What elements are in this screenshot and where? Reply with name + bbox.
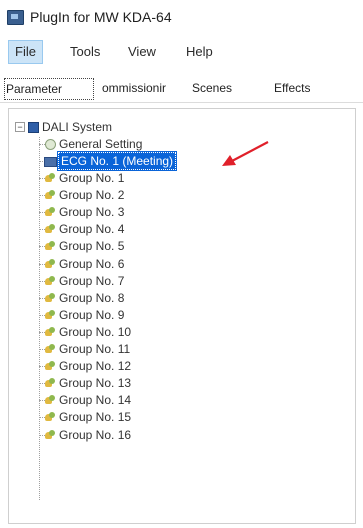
menu-tools[interactable]: Tools [64,42,106,62]
title-bar: PlugIn for MW KDA-64 [0,0,363,34]
tree-node-label: Group No. 3 [59,205,125,220]
group-icon [45,173,56,183]
group-icon [45,190,56,200]
tree-node-label: General Setting [59,137,143,151]
group-icon [45,326,56,337]
collapse-icon[interactable]: − [15,122,25,132]
tree-node-label: DALI System [42,120,113,134]
group-icon [45,275,56,286]
tree-node-label: Group No. 12 [59,359,132,374]
group-icon [45,207,56,217]
tree-connector-line [39,137,40,500]
group-icon [45,241,56,251]
tree-node-label: Group No. 16 [59,427,132,442]
tree-node-label: Group No. 10 [59,324,132,339]
tree-node-label: ECG No. 1 (Meeting) [56,151,178,171]
menu-view[interactable]: View [122,42,162,62]
tree-node-label: Group No. 5 [59,239,125,254]
ecg-icon [44,157,57,167]
menu-bar: File Tools View Help [0,36,363,68]
tree-node-label: Group No. 11 [59,342,131,356]
tree-node-label: Group No. 15 [59,410,132,425]
group-icon [45,429,56,440]
menu-help[interactable]: Help [180,42,219,62]
group-icon [45,309,56,320]
tree-node-label: Group No. 6 [59,256,125,271]
tab-commissioning[interactable]: ommissionir [94,78,174,98]
settings-icon [45,139,56,150]
tab-parameter[interactable]: Parameter [4,78,94,100]
tree-view[interactable]: − DALI System General Setting ECG No. 1 … [8,108,356,524]
tree-node-label: Group No. 8 [59,290,125,305]
tree-node-label: Group No. 7 [59,273,125,288]
annotation-arrow-icon [222,141,269,166]
tree-node-label: Group No. 4 [59,222,125,237]
tab-scenes[interactable]: Scenes [192,78,232,98]
tab-bar: Parameter ommissionir Scenes Effects [0,72,363,103]
tree-node-label: Group No. 14 [59,393,132,408]
dali-system-icon [28,122,39,133]
tab-effects[interactable]: Effects [274,78,310,98]
tree-node-label: Group No. 2 [59,188,125,203]
group-icon [45,258,56,269]
window-title: PlugIn for MW KDA-64 [30,9,172,25]
tree-node-label: Group No. 9 [59,307,125,322]
group-icon [45,378,56,388]
group-icon [45,395,56,405]
tree-node-label: Group No. 13 [59,376,132,391]
app-icon [7,10,24,25]
group-icon [45,224,56,234]
menu-file[interactable]: File [8,40,43,64]
group-icon [45,361,56,371]
tree-node-label: Group No. 1 [59,171,125,185]
group-icon [45,292,56,303]
group-icon [45,344,56,354]
group-icon [45,412,56,422]
